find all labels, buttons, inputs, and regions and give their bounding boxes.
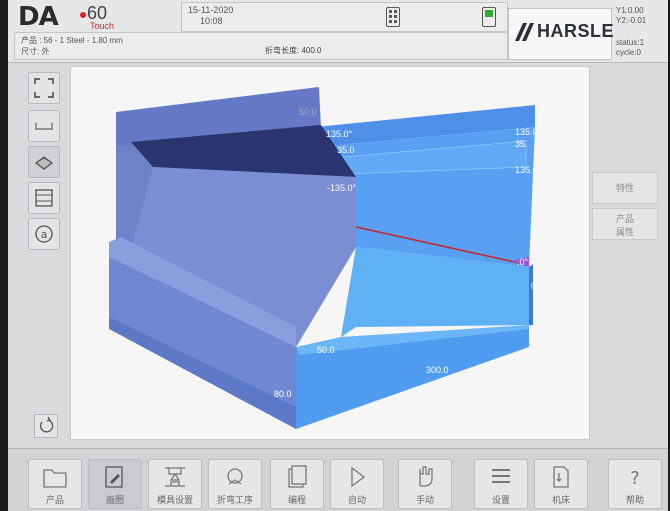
tab-tool-setup[interactable]: 模具设置 — [148, 459, 202, 509]
logo-dot — [80, 12, 86, 18]
tab-programming[interactable]: 编程 — [270, 459, 324, 509]
tab-label: 手动 — [415, 495, 434, 505]
folder-icon — [43, 469, 67, 488]
zoom-fit-button[interactable] — [28, 72, 60, 104]
bend-sequence-icon — [227, 468, 243, 485]
3d-view-button[interactable] — [28, 146, 60, 178]
settings-icon — [492, 469, 510, 483]
3d-part-icon — [34, 156, 54, 170]
date-time-panel: 15-11-2020 10:08 — [181, 2, 508, 32]
at-sign-icon: a — [35, 225, 53, 243]
tab-drawing[interactable]: 画图 — [88, 459, 142, 509]
tab-label: 产品 — [45, 495, 64, 505]
svg-text:?: ? — [630, 468, 640, 489]
y1-value: Y1:0.00 — [616, 6, 644, 15]
product-props-label-2: 属性 — [615, 227, 634, 237]
tab-manual[interactable]: 手动 — [398, 459, 452, 509]
tab-label: 模具设置 — [156, 495, 193, 505]
tab-product[interactable]: 产品 — [28, 459, 82, 509]
status-value: status:1 — [616, 38, 645, 47]
dim-label: 135.0 — [515, 127, 538, 137]
tab-label: 折弯工序 — [216, 495, 253, 505]
tab-help[interactable]: ? 帮助 — [608, 459, 662, 509]
da60-logo: DA 60 Touch — [14, 2, 184, 32]
program-icon — [288, 465, 307, 488]
dim-label: 50.0 — [317, 345, 335, 355]
dim-label: 135.0° — [515, 165, 542, 175]
flat-view-button[interactable] — [28, 182, 60, 214]
tab-label: 设置 — [491, 495, 510, 505]
svg-text:a: a — [41, 228, 48, 241]
product-props-label-1: 产品 — [615, 214, 634, 224]
tab-label: 机床 — [551, 495, 570, 505]
keypad-icon[interactable] — [386, 7, 400, 27]
draw-icon — [105, 466, 123, 488]
3d-viewport[interactable]: 50.0 135.0° 35.0 -135.0° .0 135.0 35. 13… — [70, 66, 590, 440]
machine-icon — [553, 466, 569, 488]
tab-settings[interactable]: 设置 — [474, 459, 528, 509]
rotate-view-button[interactable] — [34, 414, 58, 438]
dim-label: 35.0 — [337, 145, 355, 155]
dim-label: 0.0 — [531, 281, 544, 291]
logo-touch: Touch — [90, 21, 115, 31]
features-button[interactable]: 特性 — [592, 172, 658, 204]
floor-right-panel — [529, 264, 533, 325]
tool-setup-icon — [165, 467, 185, 487]
dim-label: 35. — [515, 139, 528, 149]
dimension-line: 尺寸: 外 — [21, 47, 50, 56]
profile-icon — [35, 123, 53, 130]
part-3d-drawing[interactable]: 50.0 135.0° 35.0 -135.0° .0 135.0 35. 13… — [71, 67, 589, 439]
time-text: 10:08 — [200, 16, 223, 26]
help-icon: ? — [630, 468, 640, 489]
dim-label: 50.0 — [299, 107, 317, 117]
brand-logo: HARSLE — [508, 8, 615, 60]
play-icon — [351, 466, 366, 488]
date-text: 15-11-2020 — [188, 5, 234, 15]
brand-name: HARSLE — [537, 21, 615, 41]
dim-label: 135.0° — [326, 129, 353, 139]
dim-label: 80.0 — [274, 389, 292, 399]
harsle-mark-icon — [515, 23, 534, 41]
cycle-value: cycle:0 — [616, 48, 641, 57]
tab-machine[interactable]: 机床 — [534, 459, 588, 509]
tab-label: 编程 — [287, 495, 306, 505]
screen: DA 60 Touch 15-11-2020 10:08 产品 : 56 - 1… — [8, 0, 668, 511]
annotation-button[interactable]: a — [28, 218, 60, 250]
hand-icon — [419, 466, 433, 487]
tab-label: 画图 — [105, 495, 124, 505]
dim-label: 300.0 — [426, 365, 449, 375]
tab-auto[interactable]: 自动 — [330, 459, 384, 509]
fit-frame-icon — [34, 78, 54, 98]
tab-bend-sequence[interactable]: 折弯工序 — [208, 459, 262, 509]
profile-view-button[interactable] — [28, 110, 60, 142]
header-bar: DA 60 Touch 15-11-2020 10:08 产品 : 56 - 1… — [8, 0, 668, 63]
dim-label: .0° — [517, 257, 529, 267]
logo-da: DA — [18, 2, 59, 32]
bottom-navigation: 产品 画图 模具设置 折弯工序 编程 自动 手动 设置 机床 ? 帮助 — [8, 448, 668, 511]
dim-label: -135.0° — [327, 183, 357, 193]
product-props-button[interactable]: 产品 属性 — [592, 208, 658, 240]
product-line: 产品 : 56 - 1 Steel - 1.80 mm — [21, 36, 123, 45]
features-label: 特性 — [615, 183, 634, 193]
bend-length: 折弯长度: 400.0 — [265, 46, 322, 55]
y2-value: Y2:-0.01 — [616, 16, 647, 25]
rotate-icon — [39, 416, 54, 433]
tab-label: 自动 — [347, 495, 366, 505]
product-info-panel: 产品 : 56 - 1 Steel - 1.80 mm 尺寸: 外 折弯长度: … — [14, 32, 508, 60]
dim-label: .0 — [537, 115, 545, 125]
lock-battery-icon — [482, 7, 496, 27]
flat-sheet-icon — [35, 189, 53, 207]
tab-label: 帮助 — [625, 495, 644, 505]
